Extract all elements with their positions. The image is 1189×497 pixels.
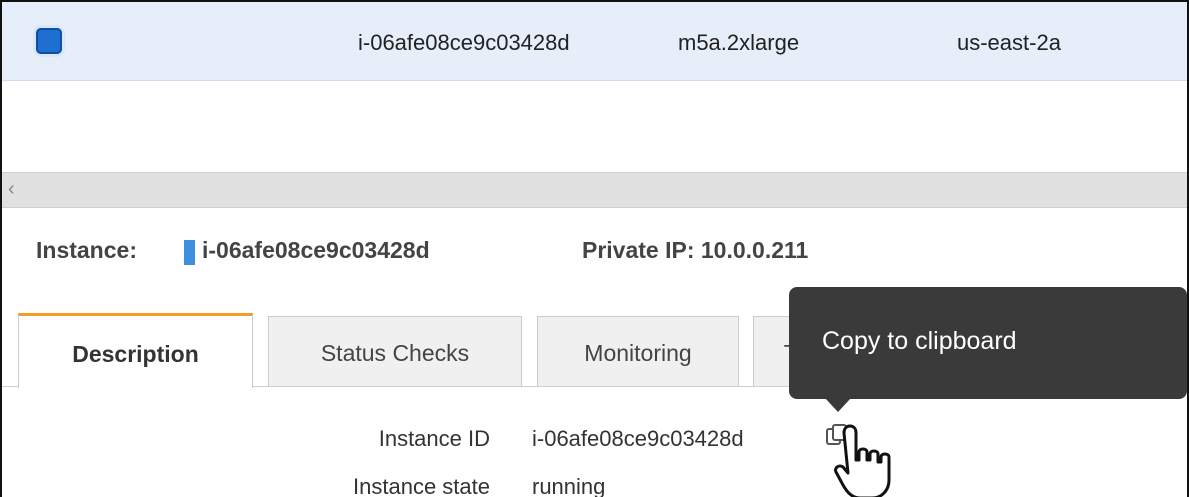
checkbox-checked-icon[interactable] xyxy=(36,28,62,54)
scroll-left-arrow-icon[interactable]: ‹ xyxy=(8,178,15,200)
header-private-ip: Private IP: 10.0.0.211 xyxy=(582,237,809,263)
horizontal-scrollbar[interactable]: ‹ xyxy=(2,172,1187,208)
label-instance-id: Instance ID xyxy=(378,426,490,451)
instance-label: Instance: xyxy=(36,237,137,263)
value-instance-state: running xyxy=(532,474,606,497)
tab-status-checks[interactable]: Status Checks xyxy=(268,316,522,386)
value-instance-id: i-06afe08ce9c03428d xyxy=(532,426,744,451)
label-instance-state: Instance state xyxy=(353,474,490,497)
cell-availability-zone: us-east-2a xyxy=(957,30,1061,55)
instance-table-row-selected[interactable]: i-06afe08ce9c03428d m5a.2xlarge us-east-… xyxy=(2,2,1187,81)
cell-instance-id: i-06afe08ce9c03428d xyxy=(358,30,570,55)
tab-description[interactable]: Description xyxy=(18,313,253,388)
hand-pointer-cursor-icon xyxy=(834,424,891,497)
copy-tooltip: Copy to clipboard xyxy=(789,287,1187,399)
instance-color-marker xyxy=(184,240,195,265)
ec2-console-frame: i-06afe08ce9c03428d m5a.2xlarge us-east-… xyxy=(0,0,1189,497)
header-instance-id: i-06afe08ce9c03428d xyxy=(202,237,430,263)
tab-monitoring[interactable]: Monitoring xyxy=(537,316,739,386)
tooltip-arrow xyxy=(825,398,851,412)
cell-instance-type: m5a.2xlarge xyxy=(678,30,800,55)
